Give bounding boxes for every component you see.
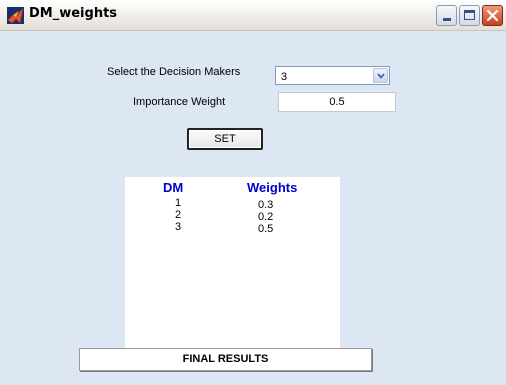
final-results-button[interactable]: FINAL RESULTS (79, 348, 372, 371)
dm-cell: 2 (175, 209, 182, 221)
minimize-icon (443, 18, 451, 21)
figure-content: Select the Decision Makers 3 Importance … (0, 31, 506, 385)
dm-column-header: DM (163, 180, 184, 195)
decision-makers-label: Select the Decision Makers (107, 66, 241, 78)
minimize-button[interactable] (436, 5, 457, 26)
window-title: DM_weights (29, 6, 118, 21)
dm-cell: 3 (175, 221, 182, 233)
weight-cell: 0.5 (258, 223, 274, 235)
weights-table: DM Weights 1 0.3 2 0.2 3 0.5 (125, 177, 340, 362)
importance-weight-input[interactable]: 0.5 (278, 92, 396, 112)
decision-makers-dropdown[interactable]: 3 (275, 66, 390, 85)
close-button[interactable] (482, 5, 503, 26)
close-icon (486, 9, 499, 22)
matlab-icon (7, 7, 24, 24)
weights-column-header: Weights (247, 180, 298, 195)
title-bar[interactable]: DM_weights (0, 0, 506, 31)
dm-cell: 1 (175, 197, 182, 209)
maximize-icon (464, 10, 475, 20)
dm-weights-window: DM_weights Select the Decision Makers 3 … (0, 0, 506, 385)
importance-weight-label: Importance Weight (133, 96, 226, 108)
dropdown-toggle[interactable] (373, 68, 388, 83)
set-button[interactable]: SET (187, 128, 263, 150)
weight-cell: 0.2 (258, 211, 274, 223)
maximize-button[interactable] (459, 5, 480, 26)
weight-cell: 0.3 (258, 199, 274, 211)
dropdown-selected-value: 3 (281, 71, 288, 83)
chevron-down-icon (377, 73, 385, 79)
